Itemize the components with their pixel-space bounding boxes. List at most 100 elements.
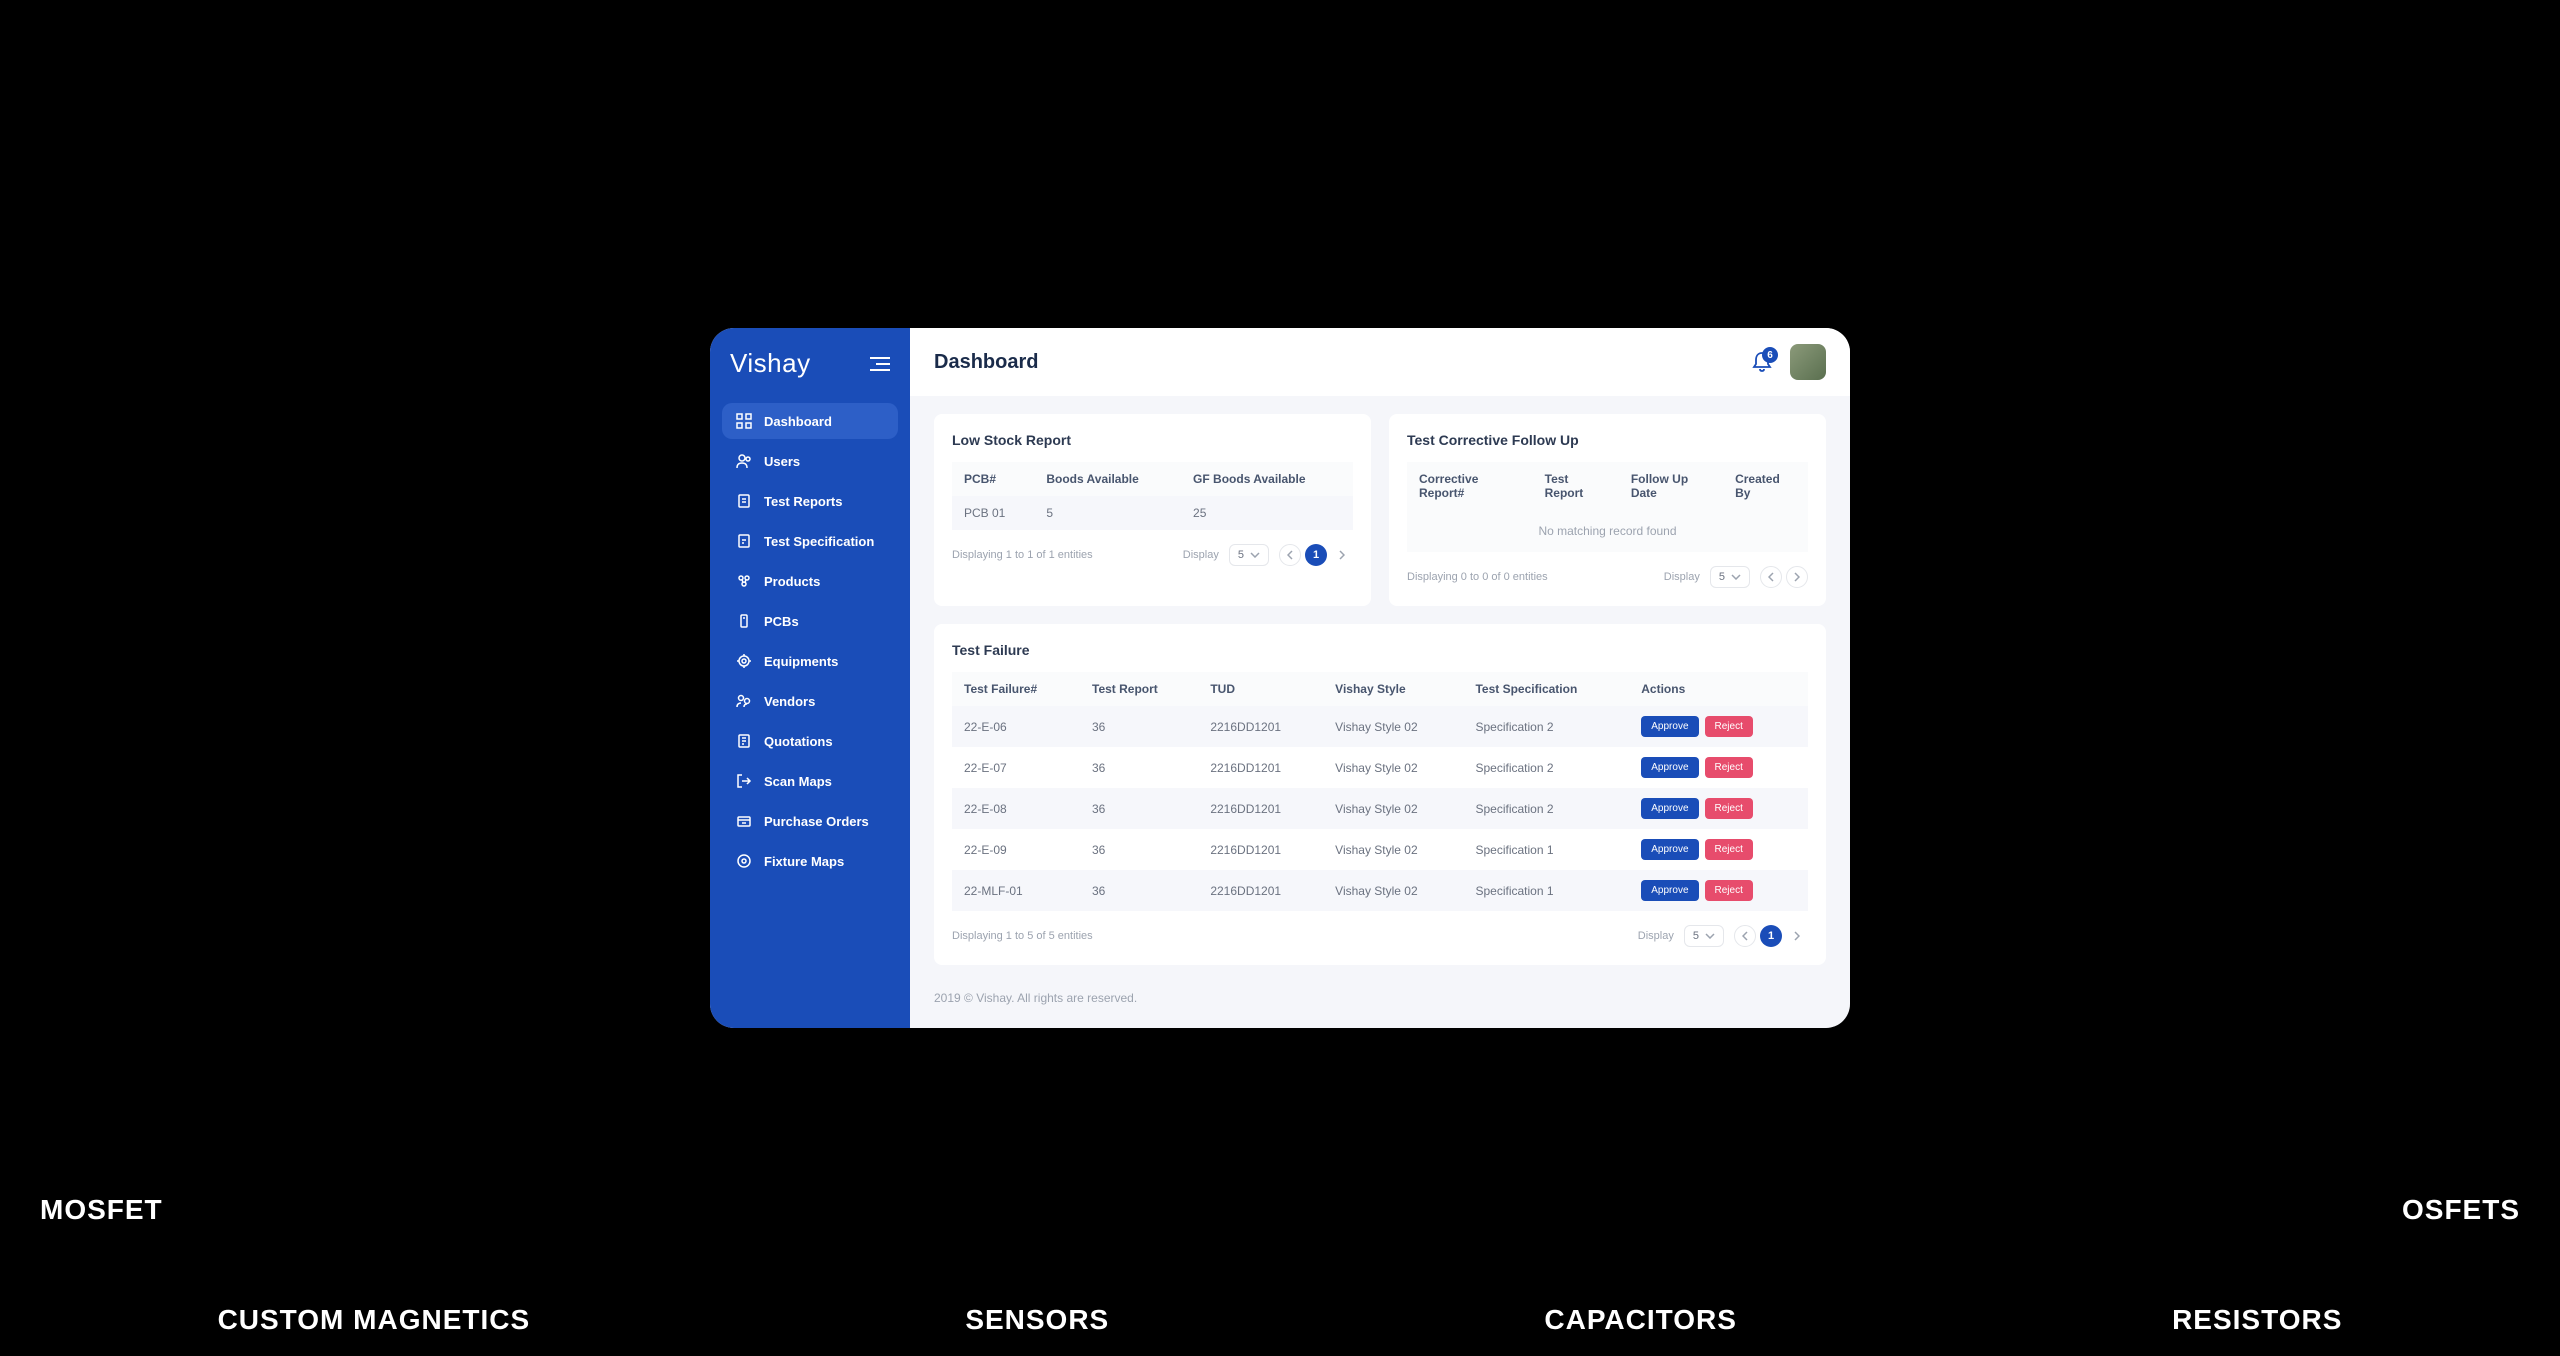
style-cell: Vishay Style 02 — [1323, 788, 1463, 829]
nav-icon — [736, 853, 752, 869]
page-title: Dashboard — [934, 351, 1038, 374]
card-title: Test Failure — [952, 642, 1808, 658]
display-select[interactable]: 5 — [1710, 566, 1750, 588]
col-header: Test Specification — [1463, 672, 1629, 706]
nav-label: Products — [764, 574, 820, 589]
prev-page-button[interactable] — [1760, 566, 1782, 588]
topbar-right: 6 — [1752, 344, 1826, 380]
prev-page-button[interactable] — [1734, 925, 1756, 947]
menu-toggle-button[interactable] — [870, 356, 890, 372]
nav-icon — [736, 573, 752, 589]
display-select[interactable]: 5 — [1684, 925, 1724, 947]
col-header: Test Report — [1080, 672, 1198, 706]
reject-button[interactable]: Reject — [1705, 798, 1753, 819]
approve-button[interactable]: Approve — [1641, 839, 1698, 860]
style-cell: Vishay Style 02 — [1323, 829, 1463, 870]
nav-label: Scan Maps — [764, 774, 832, 789]
reject-button[interactable]: Reject — [1705, 839, 1753, 860]
col-header: Test Failure# — [952, 672, 1080, 706]
reject-button[interactable]: Reject — [1705, 716, 1753, 737]
avatar[interactable] — [1790, 344, 1826, 380]
chevron-right-icon — [1794, 572, 1800, 582]
sidebar-item-test-reports[interactable]: Test Reports — [722, 483, 898, 519]
spec-cell: Specification 2 — [1463, 788, 1629, 829]
actions-cell: Approve Reject — [1629, 870, 1808, 911]
logo: Vishay — [730, 348, 811, 379]
nav-icon — [736, 693, 752, 709]
no-data-message: No matching record found — [1407, 510, 1808, 552]
table-footer: Displaying 0 to 0 of 0 entities Display … — [1407, 566, 1808, 588]
sidebar-item-purchase-orders[interactable]: Purchase Orders — [722, 803, 898, 839]
page-number[interactable]: 1 — [1760, 925, 1782, 947]
col-header: GF Boods Available — [1181, 462, 1353, 496]
pager: 1 — [1279, 544, 1353, 566]
spec-cell: Specification 2 — [1463, 706, 1629, 747]
display-label: Display — [1664, 571, 1700, 583]
spec-cell: Specification 1 — [1463, 829, 1629, 870]
low-stock-table: PCB# Boods Available GF Boods Available … — [952, 462, 1353, 530]
table-row: 22-E-08362216DD1201Vishay Style 02Specif… — [952, 788, 1808, 829]
display-select[interactable]: 5 — [1229, 544, 1269, 566]
content: Low Stock Report PCB# Boods Available GF… — [910, 396, 1850, 1028]
pcb-cell[interactable]: PCB 01 — [952, 496, 1034, 530]
col-header: PCB# — [952, 462, 1034, 496]
approve-button[interactable]: Approve — [1641, 716, 1698, 737]
reject-button[interactable]: Reject — [1705, 880, 1753, 901]
next-page-button[interactable] — [1786, 925, 1808, 947]
topbar: Dashboard 6 — [910, 328, 1850, 396]
notifications-button[interactable]: 6 — [1752, 351, 1772, 373]
chevron-left-icon — [1287, 550, 1293, 560]
next-page-button[interactable] — [1331, 544, 1353, 566]
table-row: 22-E-09362216DD1201Vishay Style 02Specif… — [952, 829, 1808, 870]
col-header: Actions — [1629, 672, 1808, 706]
sidebar-item-equipments[interactable]: Equipments — [722, 643, 898, 679]
failure-id-cell: 22-E-08 — [952, 788, 1080, 829]
top-row: Low Stock Report PCB# Boods Available GF… — [934, 414, 1826, 606]
card-title: Test Corrective Follow Up — [1407, 432, 1808, 448]
sidebar-item-fixture-maps[interactable]: Fixture Maps — [722, 843, 898, 879]
table-footer: Displaying 1 to 1 of 1 entities Display … — [952, 544, 1353, 566]
style-cell: Vishay Style 02 — [1323, 747, 1463, 788]
col-header: Follow Up Date — [1619, 462, 1723, 510]
sidebar-item-scan-maps[interactable]: Scan Maps — [722, 763, 898, 799]
approve-button[interactable]: Approve — [1641, 798, 1698, 819]
nav-icon — [736, 813, 752, 829]
style-cell: Vishay Style 02 — [1323, 706, 1463, 747]
sidebar-item-dashboard[interactable]: Dashboard — [722, 403, 898, 439]
col-header: Corrective Report# — [1407, 462, 1533, 510]
entities-text: Displaying 1 to 5 of 5 entities — [952, 930, 1093, 942]
sidebar-item-quotations[interactable]: Quotations — [722, 723, 898, 759]
nav-label: Fixture Maps — [764, 854, 844, 869]
approve-button[interactable]: Approve — [1641, 757, 1698, 778]
reject-button[interactable]: Reject — [1705, 757, 1753, 778]
approve-button[interactable]: Approve — [1641, 880, 1698, 901]
test-failure-table: Test Failure# Test Report TUD Vishay Sty… — [952, 672, 1808, 911]
nav-label: Test Reports — [764, 494, 843, 509]
sidebar-nav: Dashboard Users Test Reports Test Specifica… — [722, 403, 898, 879]
next-page-button[interactable] — [1786, 566, 1808, 588]
gf-boods-cell: 25 — [1181, 496, 1353, 530]
sidebar-item-products[interactable]: Products — [722, 563, 898, 599]
chevron-down-icon — [1705, 933, 1715, 939]
card-title: Low Stock Report — [952, 432, 1353, 448]
failure-id-cell: 22-E-07 — [952, 747, 1080, 788]
prev-page-button[interactable] — [1279, 544, 1301, 566]
nav-icon — [736, 493, 752, 509]
actions-cell: Approve Reject — [1629, 747, 1808, 788]
sidebar-item-users[interactable]: Users — [722, 443, 898, 479]
sidebar: Vishay Dashboard Users Test Reports Test Sp… — [710, 328, 910, 1028]
bg-decoration: OSFETS — [2402, 1194, 2520, 1226]
nav-label: Equipments — [764, 654, 838, 669]
bg-decoration: CUSTOM MAGNETICS SENSORS CAPACITORS RESI… — [0, 1304, 2560, 1336]
nav-icon — [736, 413, 752, 429]
page-number[interactable]: 1 — [1305, 544, 1327, 566]
sidebar-item-pcbs[interactable]: PCBs — [722, 603, 898, 639]
sidebar-item-vendors[interactable]: Vendors — [722, 683, 898, 719]
sidebar-item-test-specification[interactable]: Test Specification — [722, 523, 898, 559]
nav-icon — [736, 533, 752, 549]
nav-label: Users — [764, 454, 800, 469]
actions-cell: Approve Reject — [1629, 829, 1808, 870]
nav-icon — [736, 453, 752, 469]
spec-cell: Specification 1 — [1463, 870, 1629, 911]
failure-id-cell: 22-E-09 — [952, 829, 1080, 870]
